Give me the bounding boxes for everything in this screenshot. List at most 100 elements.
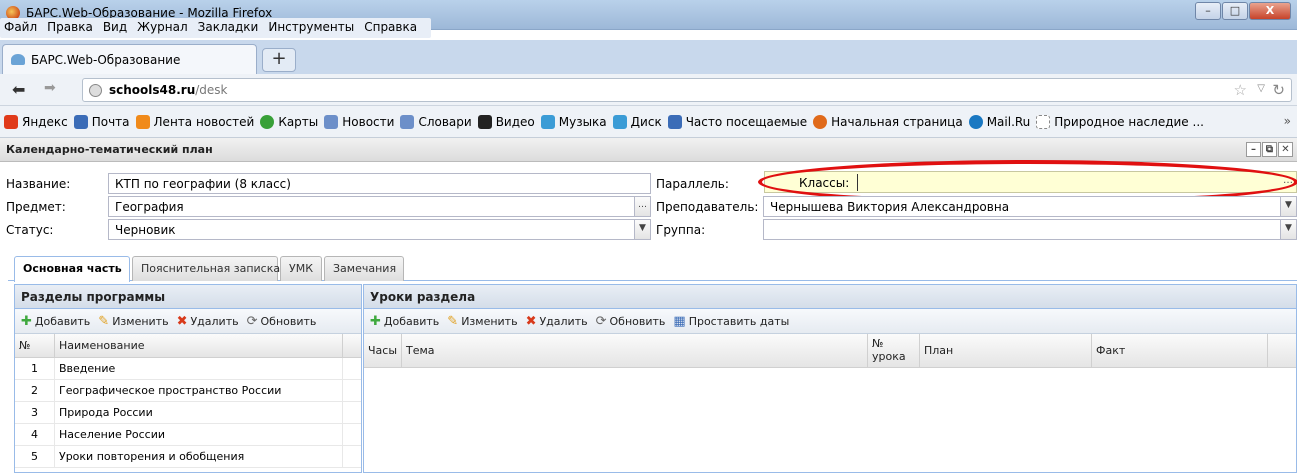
bookmark-mail[interactable]: Почта — [73, 114, 130, 129]
subject-field[interactable]: География … — [108, 196, 651, 217]
menu-history[interactable]: Журнал — [137, 20, 188, 36]
panel-restore-icon[interactable]: ⧉ — [1262, 142, 1277, 157]
status-select[interactable]: Черновик ▼ — [108, 219, 651, 240]
bookmark-news-feed[interactable]: Лента новостей — [135, 114, 254, 129]
content-tabs: Основная часть Пояснительная записка УМК… — [8, 254, 1297, 282]
menu-bookmarks[interactable]: Закладки — [198, 20, 259, 36]
sections-refresh-button[interactable]: ⟳ Обновить — [247, 315, 317, 328]
bookmark-home-page[interactable]: Начальная страница — [813, 114, 963, 129]
ellipsis-icon[interactable]: … — [1280, 172, 1296, 192]
new-tab-button[interactable]: + — [262, 48, 296, 72]
bookmark-natural-heritage[interactable]: Природное наследие ... — [1036, 114, 1204, 129]
sections-edit-button[interactable]: ✎ Изменить — [98, 315, 168, 328]
teacher-select[interactable]: Чернышева Виктория Александровна ▼ — [763, 196, 1297, 217]
maximize-button[interactable]: □ — [1222, 2, 1248, 20]
address-url: schools48.ru/desk — [109, 83, 228, 97]
classes-field-wrap: Классы: … — [764, 171, 1297, 193]
menu-view[interactable]: Вид — [103, 20, 127, 36]
pencil-icon: ✎ — [447, 313, 459, 329]
col-name[interactable]: Наименование — [55, 334, 343, 357]
status-value: Черновик — [115, 223, 176, 237]
delete-x-icon: ✖ — [176, 313, 188, 329]
bookmarks-bar: Яндекс Почта Лента новостей Карты Новост… — [0, 106, 1297, 138]
address-bar[interactable]: schools48.ru/desk ☆ ▽ ↻ — [82, 78, 1292, 102]
menu-edit[interactable]: Правка — [47, 20, 93, 36]
bookmark-music[interactable]: Музыка — [540, 114, 607, 129]
lessons-header: Часы Тема № урока План Факт — [364, 334, 1296, 368]
music-icon — [540, 114, 555, 129]
table-row[interactable]: 3 Природа России — [15, 402, 361, 424]
lessons-add-button[interactable]: ✚ Добавить — [370, 315, 439, 328]
bookmark-star-icon[interactable]: ☆ — [1234, 81, 1247, 99]
back-arrow-icon[interactable]: ⬅ — [12, 80, 25, 99]
panel-minimize-icon[interactable]: – — [1246, 142, 1261, 157]
table-row[interactable]: 2 Географическое пространство России — [15, 380, 361, 402]
table-row[interactable]: 5 Уроки повторения и обобщения — [15, 446, 361, 468]
classes-input[interactable] — [857, 174, 1275, 191]
tab-remarks[interactable]: Замечания — [324, 256, 404, 281]
browser-tab-bars[interactable]: БАРС.Web-Образование — [2, 44, 257, 74]
reload-icon[interactable]: ↻ — [1272, 81, 1285, 99]
bookmark-most-visited[interactable]: Часто посещаемые — [667, 114, 807, 129]
menu-help[interactable]: Справка — [364, 20, 417, 36]
panel-title: Календарно-тематический план — [6, 143, 213, 156]
forward-arrow-icon[interactable]: ➡ — [44, 80, 56, 96]
sections-title: Разделы программы — [15, 285, 361, 309]
menu-tools[interactable]: Инструменты — [268, 20, 354, 36]
close-button[interactable]: X — [1249, 2, 1291, 20]
bookmark-video[interactable]: Видео — [477, 114, 535, 129]
bookmark-yandex[interactable]: Яндекс — [4, 114, 68, 129]
browser-tab-strip: БАРС.Web-Образование + — [0, 40, 1297, 74]
col-topic[interactable]: Тема — [402, 334, 868, 367]
group-label: Группа: — [656, 223, 706, 237]
firefox-home-icon — [813, 114, 828, 129]
dropdown-arrow-icon[interactable]: ▽ — [1257, 83, 1265, 94]
bookmark-mailru[interactable]: Mail.Ru — [968, 114, 1030, 129]
menu-bar: Файл Правка Вид Журнал Закладки Инструме… — [0, 18, 432, 38]
table-row[interactable]: 4 Население России — [15, 424, 361, 446]
subject-value: География — [115, 200, 184, 214]
tab-main-part[interactable]: Основная часть — [14, 256, 130, 282]
bookmark-disk[interactable]: Диск — [612, 114, 662, 129]
col-number[interactable]: № — [15, 334, 55, 357]
add-plus-icon: ✚ — [21, 313, 32, 329]
disk-icon — [612, 114, 627, 129]
name-field[interactable]: КТП по географии (8 класс) — [108, 173, 651, 194]
bookmark-maps[interactable]: Карты — [260, 114, 318, 129]
tab-explanatory-note[interactable]: Пояснительная записка — [132, 256, 280, 281]
refresh-icon: ⟳ — [246, 313, 258, 329]
refresh-icon: ⟳ — [595, 313, 607, 329]
chevron-down-icon[interactable]: ▼ — [1280, 220, 1296, 239]
calendar-icon: ▦ — [673, 313, 686, 329]
video-icon — [477, 114, 492, 129]
col-plan[interactable]: План — [920, 334, 1092, 367]
bookmark-news[interactable]: Новости — [324, 114, 394, 129]
set-dates-button[interactable]: ▦ Проставить даты — [673, 315, 789, 328]
ellipsis-icon[interactable]: … — [634, 197, 650, 216]
minimize-button[interactable]: – — [1195, 2, 1221, 20]
chevron-down-icon[interactable]: ▼ — [634, 220, 650, 239]
menu-file[interactable]: Файл — [4, 20, 37, 36]
sections-header: № Наименование — [15, 334, 361, 358]
sections-add-button[interactable]: ✚ Добавить — [21, 315, 90, 328]
parallel-label: Параллель: — [656, 177, 729, 191]
sections-toolbar: ✚ Добавить ✎ Изменить ✖ Удалить ⟳ Обновить — [15, 309, 361, 334]
yandex-icon — [4, 114, 18, 129]
tab-umk[interactable]: УМК — [280, 256, 322, 281]
col-fact[interactable]: Факт — [1092, 334, 1268, 367]
table-row[interactable]: 1 Введение — [15, 358, 361, 380]
col-hours[interactable]: Часы — [364, 334, 402, 367]
mailru-icon — [968, 114, 983, 129]
sections-delete-button[interactable]: ✖ Удалить — [177, 315, 239, 328]
lessons-refresh-button[interactable]: ⟳ Обновить — [596, 315, 666, 328]
bookmarks-overflow-icon[interactable]: » — [1284, 114, 1291, 128]
lessons-delete-button[interactable]: ✖ Удалить — [526, 315, 588, 328]
browser-tab-title: БАРС.Web-Образование — [31, 53, 181, 67]
group-select[interactable]: ▼ — [763, 219, 1297, 240]
bookmark-dictionaries[interactable]: Словари — [400, 114, 472, 129]
chevron-down-icon[interactable]: ▼ — [1280, 197, 1296, 216]
panel-close-icon[interactable]: ✕ — [1278, 142, 1293, 157]
lessons-edit-button[interactable]: ✎ Изменить — [447, 315, 517, 328]
most-visited-icon — [667, 114, 682, 129]
col-lesson-number[interactable]: № урока — [868, 334, 920, 367]
